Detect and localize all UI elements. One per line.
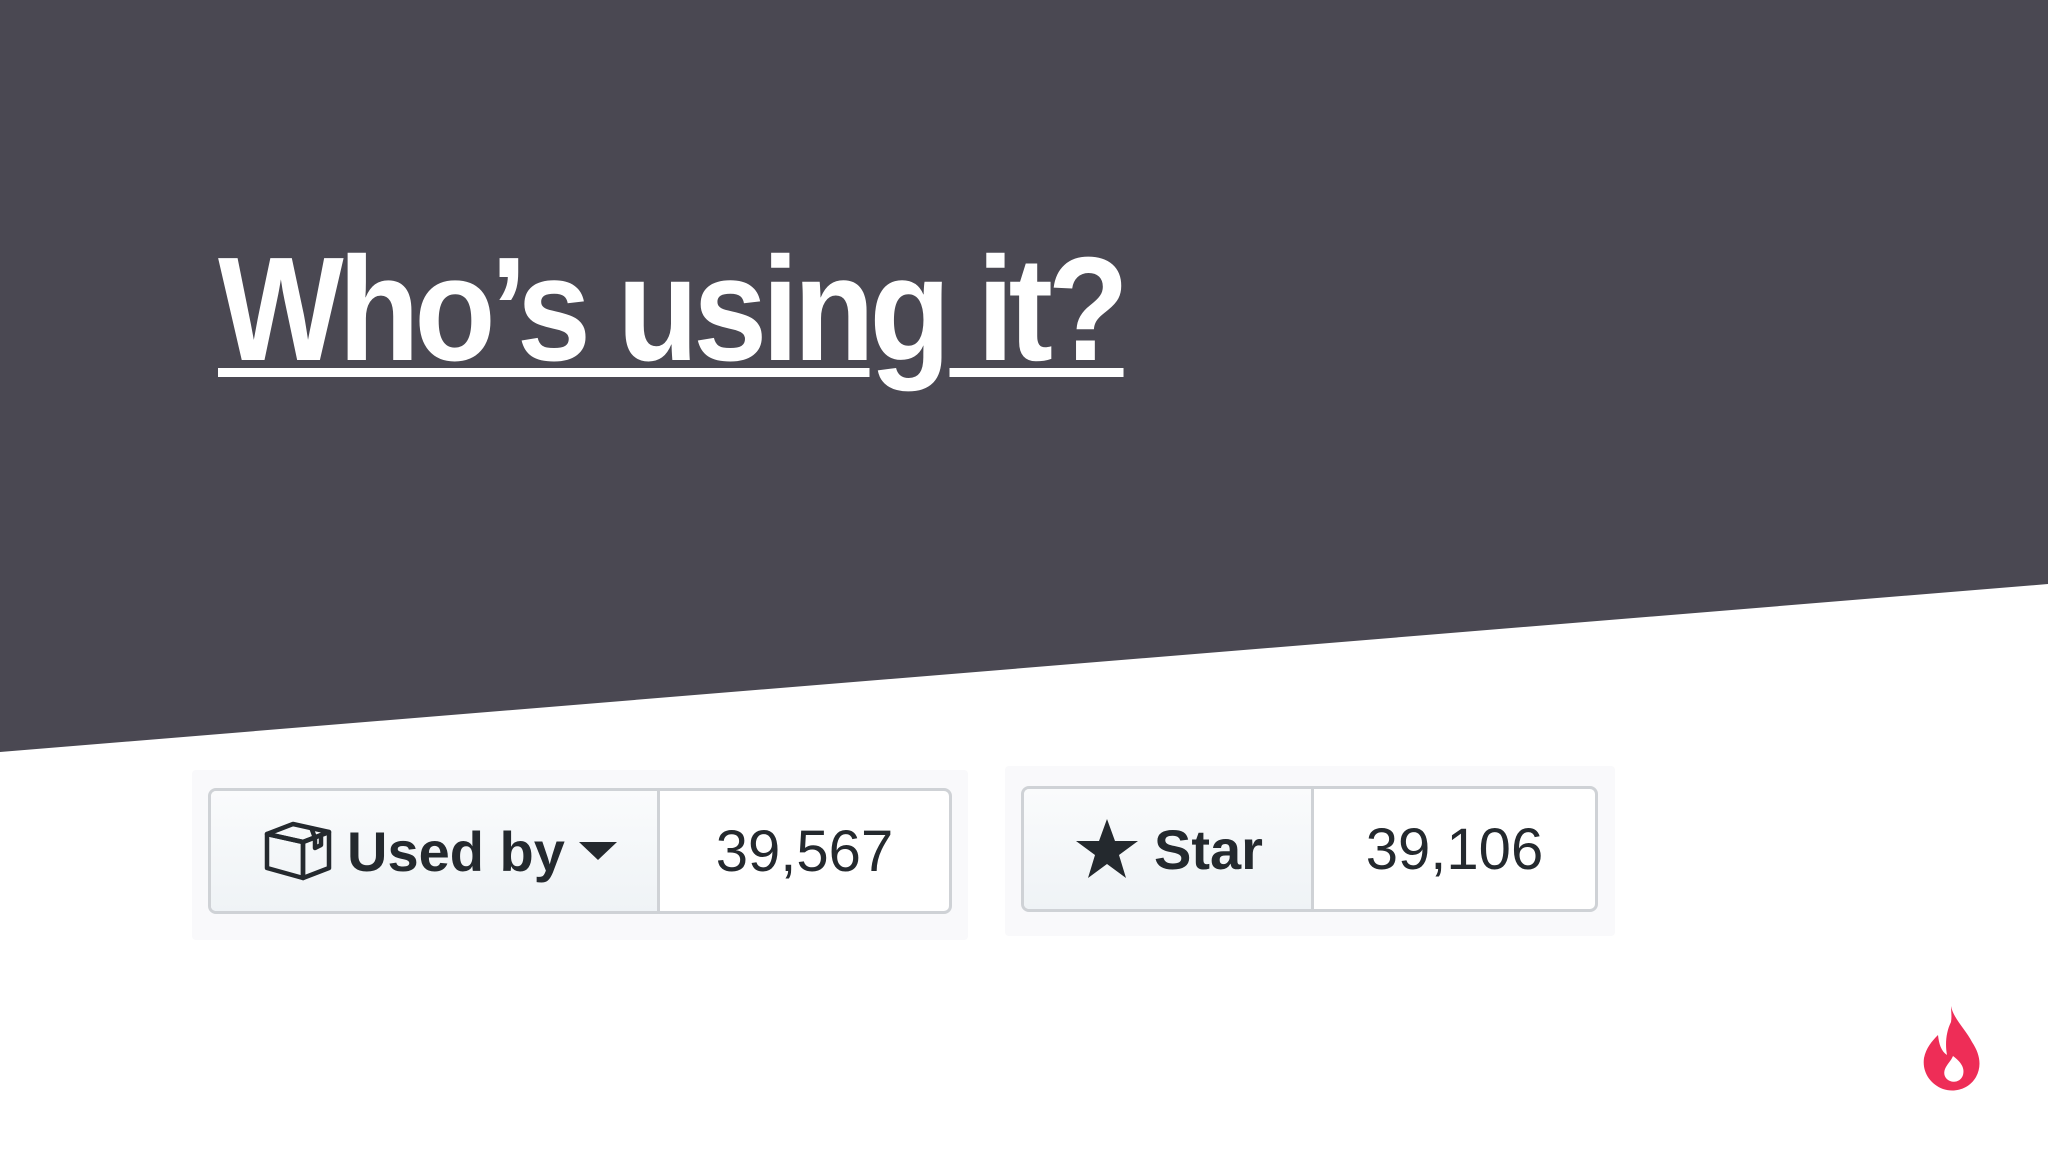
star-button[interactable]: Star	[1024, 789, 1314, 909]
star-widget: Star 39,106	[1021, 786, 1598, 912]
used-by-widget: Used by 39,567	[208, 788, 952, 914]
star-icon	[1074, 817, 1140, 881]
flame-logo-icon	[1923, 1006, 1980, 1091]
star-count[interactable]: 39,106	[1314, 789, 1595, 909]
used-by-count[interactable]: 39,567	[660, 791, 949, 911]
slide-title: Who’s using it?	[218, 227, 1129, 392]
dark-header-band	[0, 0, 2048, 752]
used-by-button[interactable]: Used by	[211, 791, 660, 911]
package-icon	[263, 820, 333, 882]
caret-down-icon	[578, 840, 617, 862]
star-label: Star	[1154, 817, 1263, 881]
used-by-label: Used by	[347, 819, 565, 883]
